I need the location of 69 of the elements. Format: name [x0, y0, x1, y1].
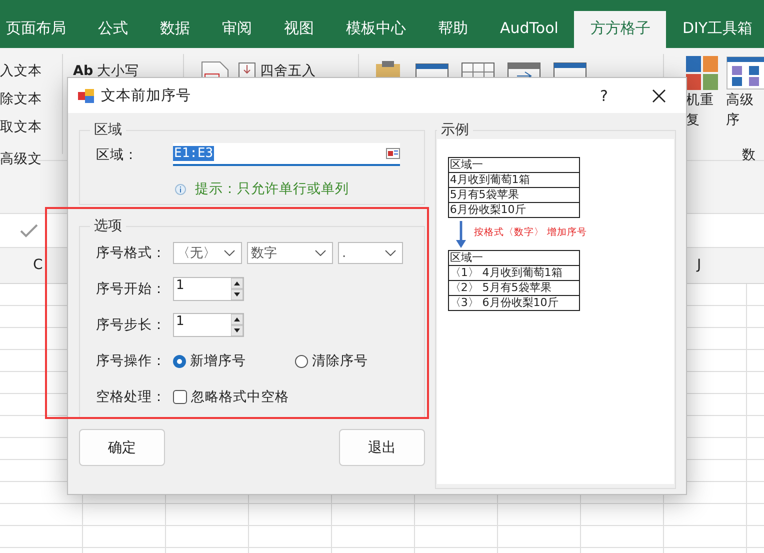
- ribbon-command[interactable]: 复: [686, 110, 700, 130]
- ribbon-tab[interactable]: 审阅: [206, 11, 268, 48]
- ribbon-tab[interactable]: AudTool: [484, 11, 574, 48]
- ribbon-tab[interactable]: DIY工具箱: [666, 11, 764, 48]
- field-label: 序号操作：: [95, 352, 167, 370]
- group-label: 高级文: [0, 150, 43, 168]
- range-picker-icon[interactable]: [386, 148, 400, 159]
- spinner-arrows-icon[interactable]: [231, 278, 243, 300]
- ribbon-command[interactable]: 入文本: [0, 60, 62, 82]
- ribbon-tab[interactable]: 模板中心: [330, 11, 422, 48]
- field-label: 序号开始：: [95, 280, 167, 298]
- help-button[interactable]: ?: [600, 86, 608, 104]
- number-spinner[interactable]: 1: [173, 277, 244, 301]
- ribbon-tab[interactable]: 方方格子: [574, 11, 666, 48]
- exit-button[interactable]: 退出: [338, 429, 425, 466]
- format-dropdown[interactable]: 数字: [247, 242, 333, 264]
- field-label: 空格处理：: [95, 388, 167, 406]
- chevron-down-icon: [385, 250, 396, 256]
- field-label: 区域：: [95, 146, 139, 164]
- number-spinner[interactable]: 1: [173, 313, 244, 337]
- radio-button[interactable]: [295, 354, 308, 368]
- radio-option[interactable]: 清除序号: [295, 352, 368, 370]
- color-grid-icon[interactable]: [686, 56, 718, 90]
- close-icon[interactable]: [652, 88, 666, 102]
- ribbon-tab[interactable]: 页面布局: [0, 11, 82, 48]
- ribbon-command[interactable]: 序: [726, 110, 764, 130]
- ribbon-tab[interactable]: 公式: [82, 11, 144, 48]
- example-cell: 5月有5袋苹果: [448, 188, 579, 203]
- field-label: 序号格式：: [95, 244, 167, 262]
- app-icon: [78, 88, 95, 102]
- example-cell-text: 〈3〉 6月份收梨10斤: [448, 296, 560, 310]
- ok-button[interactable]: 确定: [79, 429, 165, 466]
- example-cell: 4月收到葡萄1箱: [448, 173, 579, 188]
- ribbon-tab[interactable]: 视图: [268, 11, 330, 48]
- example-cell: 〈1〉 4月收到葡萄1箱: [448, 266, 579, 281]
- example-cell-text: 6月份收梨10斤: [448, 203, 527, 217]
- radio-button[interactable]: [173, 354, 186, 368]
- info-icon: [175, 184, 186, 194]
- group-legend: 选项: [90, 217, 126, 235]
- field-label: 序号步长：: [95, 316, 167, 334]
- range-field[interactable]: E1:E3: [173, 143, 400, 166]
- format-dropdown[interactable]: .: [338, 242, 403, 264]
- dialog-title: 文本前加序号: [101, 87, 192, 105]
- checkbox[interactable]: [173, 390, 187, 404]
- chevron-down-icon: [315, 250, 326, 256]
- column-header[interactable]: J: [697, 257, 702, 273]
- ribbon-command[interactable]: 除文本: [0, 88, 62, 110]
- hint-text: 提示：只允许单行或单列: [195, 180, 349, 198]
- ribbon-command[interactable]: 机重: [686, 90, 714, 110]
- group-legend: 区域: [90, 121, 126, 139]
- example-cell: 区域一: [448, 251, 579, 266]
- example-cell: 〈2〉 5月有5袋苹果: [448, 281, 579, 296]
- spinner-arrows-icon[interactable]: [231, 314, 243, 336]
- chevron-down-icon: [224, 250, 235, 256]
- format-dropdown[interactable]: 〈无〉: [173, 242, 242, 264]
- ribbon-tab[interactable]: 数据: [144, 11, 206, 48]
- example-cell: 区域一: [448, 158, 579, 173]
- checkbox-option[interactable]: 忽略格式中空格: [173, 388, 289, 406]
- ribbon-tab[interactable]: 帮助: [422, 11, 484, 48]
- column-header[interactable]: C: [33, 257, 43, 273]
- radio-option[interactable]: 新增序号: [173, 352, 295, 370]
- example-note: 按格式〈数字〉 增加序号: [474, 226, 587, 239]
- group-legend: 示例: [436, 121, 473, 139]
- sort-icon[interactable]: [726, 56, 764, 90]
- ribbon-command[interactable]: 取文本: [0, 116, 62, 138]
- group-label: 数: [742, 146, 756, 164]
- arrow-down-icon: [456, 221, 466, 249]
- ribbon-command[interactable]: 高级: [726, 90, 764, 110]
- check-icon[interactable]: [20, 224, 38, 238]
